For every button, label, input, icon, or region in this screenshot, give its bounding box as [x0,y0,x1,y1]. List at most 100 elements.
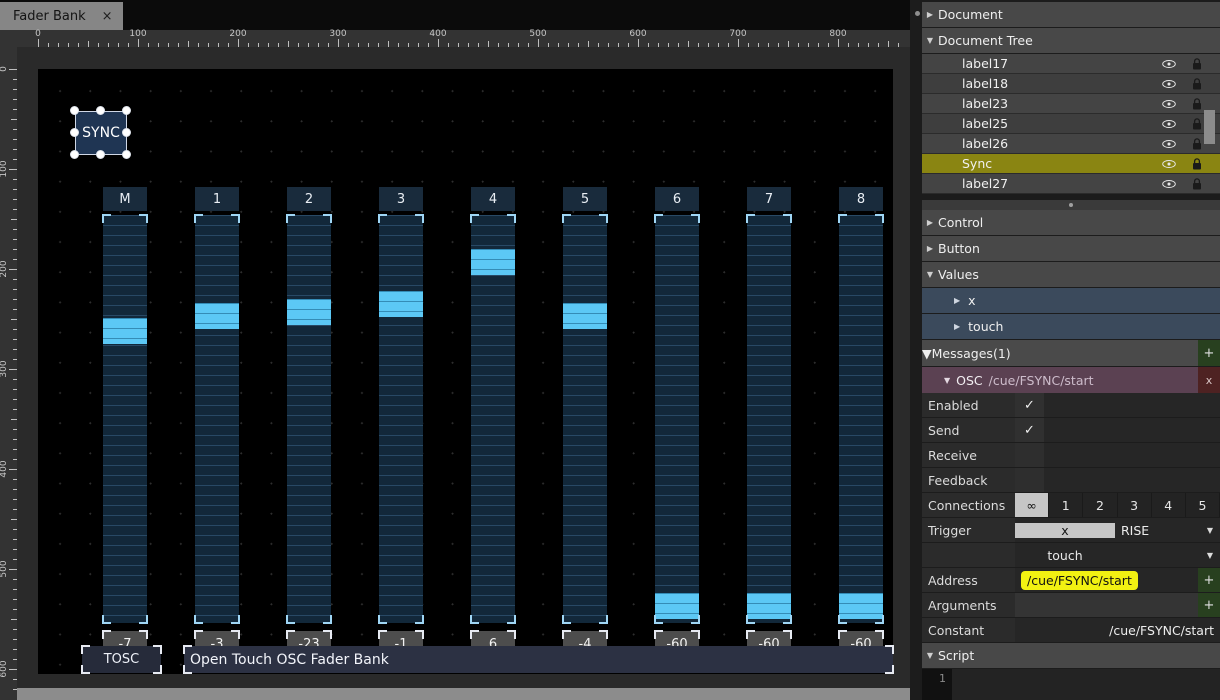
handle-bottom-left[interactable] [70,150,79,159]
trigger-mode-rise-dropdown[interactable]: RISE ▼ [1115,523,1220,538]
fader-label[interactable]: 8 [839,187,883,211]
section-document-tree[interactable]: ▼ Document Tree [922,28,1220,54]
eye-icon[interactable] [1162,58,1176,70]
fader-knob[interactable] [563,303,607,329]
script-code-area[interactable] [952,669,1220,700]
trigger-mode-2-dropdown[interactable]: ▼ [1115,551,1220,560]
osc-message-row[interactable]: ▼ OSC /cue/FSYNC/start x [922,367,1220,393]
fader-label[interactable]: M [103,187,147,211]
lock-icon[interactable] [1192,178,1202,190]
arguments-field[interactable] [1015,593,1198,617]
tree-item-label17[interactable]: label17 [922,54,1220,74]
fader-knob[interactable] [103,318,147,344]
tree-item-label26[interactable]: label26 [922,134,1220,154]
handle-middle-right[interactable] [122,128,131,137]
lock-icon[interactable] [1192,118,1202,130]
connection-option-1[interactable]: 1 [1049,493,1083,517]
fader-knob[interactable] [839,593,883,619]
connection-option-5[interactable]: 5 [1186,493,1220,517]
connection-option-4[interactable]: 4 [1152,493,1186,517]
section-messages[interactable]: ▼ Messages (1) + [922,340,1220,366]
fader-track[interactable] [563,215,607,623]
tosc-title-label[interactable]: Open Touch OSC Fader Bank [184,646,893,673]
fader-label[interactable]: 5 [563,187,607,211]
fader-label[interactable]: 3 [379,187,423,211]
remove-message-button[interactable]: x [1198,367,1220,393]
fader-label[interactable]: 2 [287,187,331,211]
add-argument-button[interactable]: + [1198,593,1220,617]
document-tree-resize-handle[interactable] [922,200,1220,210]
fader-knob[interactable] [655,593,699,619]
lock-icon[interactable] [1192,158,1202,170]
eye-icon[interactable] [1162,158,1176,170]
trigger-source-x[interactable]: x [1015,523,1115,538]
fader-track[interactable] [839,215,883,623]
handle-middle-left[interactable] [70,128,79,137]
lock-icon[interactable] [1192,58,1202,70]
lock-icon[interactable] [1192,138,1202,150]
connection-option-all[interactable]: ∞ [1015,493,1049,517]
eye-icon[interactable] [1162,98,1176,110]
tree-item-label23[interactable]: label23 [922,94,1220,114]
receive-checkbox[interactable] [1015,443,1044,467]
tree-item-label27[interactable]: label27 [922,174,1220,194]
design-canvas[interactable]: SYNC M-71-32-233-1465-46-607-608-60 TO [38,69,893,674]
trigger-source-touch[interactable]: touch [1015,548,1115,563]
tab-fader-bank[interactable]: Fader Bank × [0,2,123,30]
fader-label[interactable]: 7 [747,187,791,211]
document-tree-scrollbar[interactable] [1204,110,1215,144]
connection-option-3[interactable]: 3 [1118,493,1152,517]
fader-track[interactable] [287,215,331,623]
send-checkbox[interactable]: ✓ [1015,418,1044,442]
fader-knob[interactable] [287,299,331,325]
lock-icon[interactable] [1192,98,1202,110]
canvas-horizontal-scrollbar[interactable] [17,688,910,700]
fader-track[interactable] [655,215,699,623]
handle-bottom-right[interactable] [122,150,131,159]
sync-button[interactable]: SYNC [75,111,127,155]
script-editor[interactable]: 1 [922,669,1220,700]
eye-icon[interactable] [1162,118,1176,130]
document-tree-list[interactable]: label17label18label23label25label26Syncl… [922,54,1220,200]
section-control[interactable]: ▶ Control [922,210,1220,236]
eye-icon[interactable] [1162,178,1176,190]
enabled-checkbox[interactable]: ✓ [1015,393,1044,417]
handle-bottom-center[interactable] [96,150,105,159]
fader-track[interactable] [747,215,791,623]
connection-option-2[interactable]: 2 [1083,493,1117,517]
lock-icon[interactable] [1192,78,1202,90]
section-document[interactable]: ▶ Document [922,2,1220,28]
fader-track[interactable] [379,215,423,623]
fader-knob[interactable] [471,249,515,275]
fader-track[interactable] [103,215,147,623]
fader-knob[interactable] [379,291,423,317]
value-row-touch[interactable]: ▶ touch [922,314,1220,340]
value-row-x[interactable]: ▶ x [922,288,1220,314]
tree-item-label25[interactable]: label25 [922,114,1220,134]
canvas-viewport[interactable]: SYNC M-71-32-233-1465-46-607-608-60 TO [17,47,910,700]
eye-icon[interactable] [1162,78,1176,90]
tree-item-sync[interactable]: Sync [922,154,1220,174]
close-icon[interactable]: × [102,10,113,23]
section-values[interactable]: ▼ Values [922,262,1220,288]
add-message-button[interactable]: + [1198,340,1220,366]
add-address-button[interactable]: + [1198,568,1220,592]
handle-top-center[interactable] [96,106,105,115]
fader-track[interactable] [195,215,239,623]
address-input[interactable]: /cue/FSYNC/start [1021,571,1138,590]
feedback-checkbox[interactable] [1015,468,1044,492]
section-script[interactable]: ▼ Script [922,643,1220,669]
eye-icon[interactable] [1162,138,1176,150]
tosc-button[interactable]: TOSC [82,646,161,673]
fader-track[interactable] [471,215,515,623]
fader-knob[interactable] [195,303,239,329]
handle-top-right[interactable] [122,106,131,115]
handle-top-left[interactable] [70,106,79,115]
fader-label[interactable]: 6 [655,187,699,211]
connections-selector[interactable]: ∞12345 [1015,493,1220,517]
fader-label[interactable]: 4 [471,187,515,211]
fader-knob[interactable] [747,593,791,619]
tree-item-label18[interactable]: label18 [922,74,1220,94]
section-button[interactable]: ▶ Button [922,236,1220,262]
fader-label[interactable]: 1 [195,187,239,211]
